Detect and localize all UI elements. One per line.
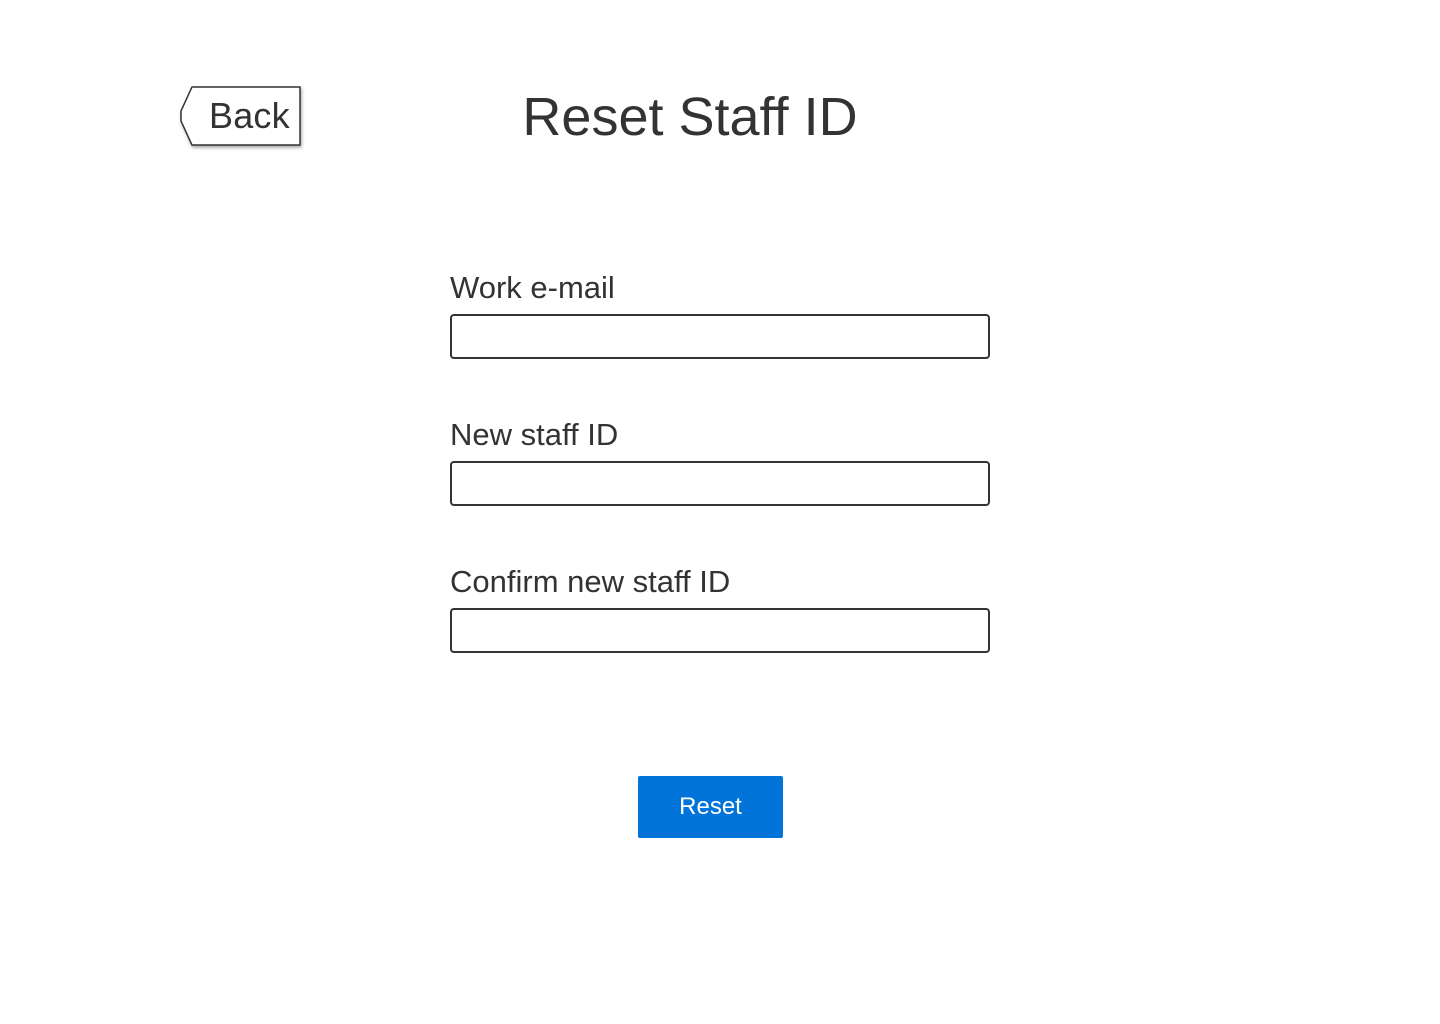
work-email-label: Work e-mail [450,270,615,305]
back-button[interactable]: Back [180,86,302,148]
new-staff-id-input[interactable] [450,461,990,506]
confirm-new-staff-id-field-group: Confirm new staff ID [450,562,990,653]
back-button-label: Back [209,95,290,136]
work-email-input[interactable] [450,314,990,359]
new-staff-id-label: New staff ID [450,417,619,452]
page-title: Reset Staff ID [522,87,858,147]
confirm-new-staff-id-input[interactable] [450,608,990,653]
work-email-field-group: Work e-mail [450,268,990,359]
new-staff-id-field-group: New staff ID [450,415,990,506]
reset-button[interactable]: Reset [638,776,783,838]
confirm-new-staff-id-label: Confirm new staff ID [450,564,731,599]
reset-staff-id-page: Back Reset Staff ID Work e-mail New staf… [0,0,1440,1024]
